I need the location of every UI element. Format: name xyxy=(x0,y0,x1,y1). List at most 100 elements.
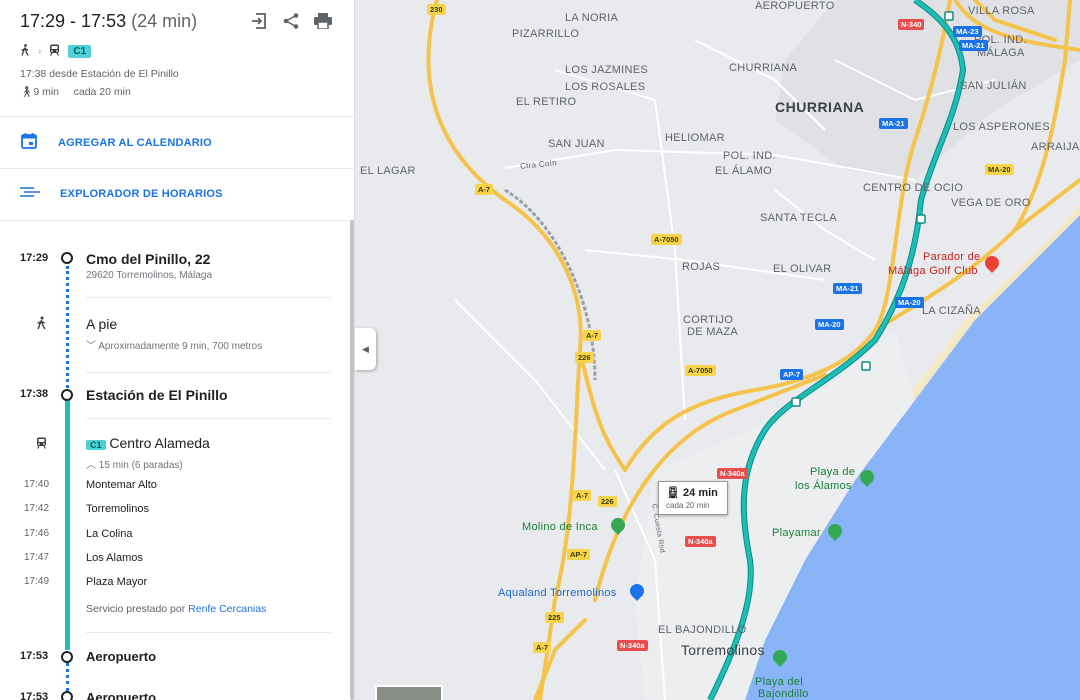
road-shield: AP-7 xyxy=(780,369,804,380)
road-shield: MA-20 xyxy=(815,319,844,330)
poi-label[interactable]: Aqualand Torremolinos xyxy=(498,587,617,599)
directions-panel: 17:29 - 17:53 (24 min) › C1 17:38 desde … xyxy=(0,0,355,700)
chevron-left-icon: ◀ xyxy=(362,343,369,354)
start-time: 17:29 xyxy=(20,252,49,264)
area-label: LOS ROSALES xyxy=(565,81,646,93)
train-icon: 🚆︎ xyxy=(666,487,680,499)
scrollbar[interactable] xyxy=(350,220,354,700)
road-shield: A-7 xyxy=(583,330,602,341)
map-view[interactable]: LA NORIA PIZARRILLO LOS JAZMINES LOS ROS… xyxy=(355,0,1080,700)
train-line: C1 Centro Alameda xyxy=(86,435,210,451)
area-label: VILLA ROSA xyxy=(968,5,1035,17)
final-node xyxy=(61,691,73,700)
route-duration-popup[interactable]: 🚆︎ 24 min cada 20 min xyxy=(658,481,728,515)
area-label: EL RETIRO xyxy=(516,96,577,108)
stop-time: 17:40 xyxy=(24,479,50,490)
walk-line-end xyxy=(66,662,69,692)
walk-label: A pie xyxy=(86,316,118,332)
separator xyxy=(86,372,331,373)
separator xyxy=(86,297,331,298)
area-label: LA CIZAÑA xyxy=(922,305,981,317)
chevron-down-icon: ﹀ xyxy=(86,341,96,352)
start-title[interactable]: Cmo del Pinillo, 22 xyxy=(86,251,210,267)
poi-label[interactable]: Playa del xyxy=(755,676,803,688)
town-label: Torremolinos xyxy=(681,642,765,658)
stop-name: Montemar Alto xyxy=(86,479,157,491)
road-shield: MA-20 xyxy=(895,297,924,308)
walk-detail-toggle[interactable]: ﹀ Aproximadamente 9 min, 700 metros xyxy=(86,337,262,352)
station-time: 17:38 xyxy=(20,388,49,400)
stop-name: La Colina xyxy=(86,528,133,540)
arrival-node xyxy=(61,651,73,663)
area-label: SANTA TECLA xyxy=(760,212,837,224)
road-shield: A-7 xyxy=(533,642,552,653)
operator-link[interactable]: Renfe Cercanias xyxy=(188,603,266,615)
poi-label[interactable]: Playa de xyxy=(810,466,855,478)
area-label: SAN JULIÁN xyxy=(960,80,1027,92)
walk-line xyxy=(66,266,69,388)
area-label: CENTRO DE OCIO xyxy=(863,182,964,194)
route-frequency: cada 20 min xyxy=(666,501,710,510)
road-shield: A-7050 xyxy=(651,234,682,245)
road-shield: 226 xyxy=(598,496,617,507)
area-label: ROJAS xyxy=(682,261,721,273)
area-label: ARRAIJA xyxy=(1031,141,1080,153)
area-label: EL ÁLAMO xyxy=(715,165,773,177)
road-shield: AP-7 xyxy=(567,549,591,560)
area-label: CORTIJO xyxy=(683,314,734,326)
poi-label[interactable]: Málaga Golf Club xyxy=(888,265,978,277)
poi-label[interactable]: Playamar xyxy=(772,527,821,539)
walk-icon xyxy=(36,316,47,335)
road-shield: N-340a xyxy=(617,640,648,651)
route-duration: 🚆︎ 24 min xyxy=(666,487,718,499)
stop-time: 17:49 xyxy=(24,576,50,587)
separator xyxy=(86,418,331,419)
trip-timeline: 17:29 Cmo del Pinillo, 22 29620 Torremol… xyxy=(0,0,354,700)
train-icon xyxy=(36,436,47,454)
stop-name: Plaza Mayor xyxy=(86,576,148,588)
road-shield: MA-23 xyxy=(953,26,982,37)
poi-label[interactable]: Parador de xyxy=(923,251,980,263)
area-label: LOS ASPERONES xyxy=(953,121,1050,133)
area-label: EL LAGAR xyxy=(360,165,416,177)
stop-time: 17:47 xyxy=(24,552,50,563)
collapse-panel-button[interactable]: ◀ xyxy=(355,328,376,370)
chevron-up-icon: ︿ xyxy=(86,460,96,471)
area-label-major: CHURRIANA xyxy=(775,99,865,115)
road-shield: A-7 xyxy=(475,184,494,195)
area-label: AEROPUERTO xyxy=(755,0,835,12)
poi-label[interactable]: Molino de Inca xyxy=(522,521,598,533)
road-shield: A-7 xyxy=(573,490,592,501)
final-time: 17:53 xyxy=(20,691,49,700)
road-shield: N-340 xyxy=(898,19,925,30)
final-title[interactable]: Aeropuerto xyxy=(86,690,156,700)
arrival-title[interactable]: Aeropuerto xyxy=(86,649,156,664)
area-label: PIZARRILLO xyxy=(512,28,580,40)
train-detail-toggle[interactable]: ︿ 15 min (6 paradas) xyxy=(86,456,183,471)
start-address: 29620 Torremolinos, Málaga xyxy=(86,270,213,281)
stop-time: 17:42 xyxy=(24,503,50,514)
separator xyxy=(86,632,331,633)
layers-thumbnail[interactable] xyxy=(375,685,443,700)
road-shield: A-7050 xyxy=(685,365,716,376)
area-label: CHURRIANA xyxy=(729,62,798,74)
road-shield: MA-20 xyxy=(985,164,1014,175)
area-label: POL. IND. xyxy=(723,150,776,162)
start-node xyxy=(61,252,73,264)
poi-label[interactable]: los Álamos xyxy=(795,480,852,492)
road-shield: N-340a xyxy=(717,468,748,479)
poi-label[interactable]: Bajondillo xyxy=(758,688,809,700)
stop-name: Torremolinos xyxy=(86,503,149,515)
road-shield: MA-21 xyxy=(879,118,908,129)
area-label: EL BAJONDILLO xyxy=(658,624,747,636)
map-canvas xyxy=(355,0,1080,700)
area-label: VEGA DE ORO xyxy=(951,197,1031,209)
stop-time: 17:46 xyxy=(24,528,50,539)
station-title[interactable]: Estación de El Pinillo xyxy=(86,387,228,403)
area-label: DE MAZA xyxy=(687,326,738,338)
road-shield: MA-21 xyxy=(959,40,988,51)
area-label: LA NORIA xyxy=(565,12,619,24)
arrival-time: 17:53 xyxy=(20,650,49,662)
service-info: Servicio prestado por Renfe Cercanias xyxy=(86,603,267,615)
stop-name: Los Alamos xyxy=(86,552,143,564)
